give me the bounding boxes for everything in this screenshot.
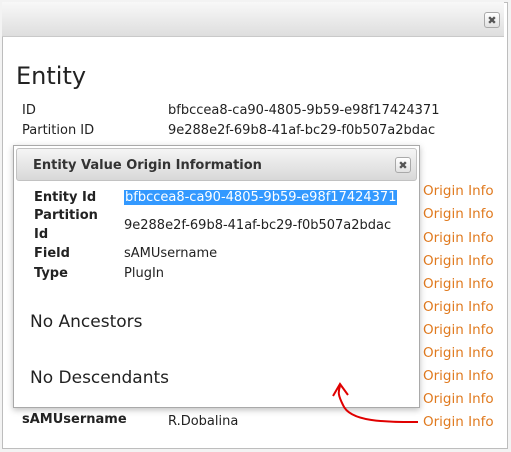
modal-partition-id-value: 9e288e2f-69b8-41af-bc29-f0b507a2bdac — [124, 218, 392, 233]
field-label: Field — [34, 246, 70, 261]
partition-label-line2: Id — [34, 227, 49, 242]
type-label: Type — [34, 266, 68, 281]
origin-info-link-9[interactable]: Origin Info — [423, 368, 494, 384]
entity-heading: Entity — [16, 62, 87, 90]
origin-info-link-5[interactable]: Origin Info — [423, 276, 494, 292]
no-ancestors-text: No Ancestors — [30, 312, 143, 332]
origin-info-link-samusername[interactable]: Origin Info — [423, 414, 494, 430]
partition-label-line1: Partition — [34, 208, 98, 223]
origin-info-link-1[interactable]: Origin Info — [423, 183, 494, 199]
entity-id-selected-text[interactable]: bfbccea8-ca90-4805-9b59-e98f17424371 — [124, 190, 398, 205]
no-descendants-text: No Descendants — [30, 368, 170, 388]
origin-info-link-6[interactable]: Origin Info — [423, 299, 494, 315]
partition-id-value: 9e288e2f-69b8-41af-bc29-f0b507a2bdac — [168, 123, 436, 138]
samusername-value: R.Dobalina — [168, 414, 239, 429]
id-label: ID — [22, 103, 36, 118]
modal-title: Entity Value Origin Information — [33, 158, 262, 173]
origin-info-link-2[interactable]: Origin Info — [423, 206, 494, 222]
origin-info-link-3[interactable]: Origin Info — [423, 230, 494, 246]
id-value: bfbccea8-ca90-4805-9b59-e98f17424371 — [168, 103, 440, 118]
origin-info-modal: Entity Value Origin Information ✖ Entity… — [13, 145, 420, 408]
modal-titlebar: Entity Value Origin Information ✖ — [16, 148, 417, 181]
origin-info-link-4[interactable]: Origin Info — [423, 253, 494, 269]
modal-close-button[interactable]: ✖ — [395, 157, 411, 173]
close-icon: ✖ — [398, 159, 408, 172]
entity-id-label: Entity Id — [34, 190, 97, 205]
entity-id-value[interactable]: bfbccea8-ca90-4805-9b59-e98f17424371 — [124, 190, 398, 205]
field-value: sAMUsername — [124, 246, 218, 261]
origin-info-link-8[interactable]: Origin Info — [423, 345, 494, 361]
entity-dialog-close-button[interactable]: ✖ — [484, 12, 500, 28]
type-value: PlugIn — [124, 266, 165, 281]
partition-id-label: Partition ID — [22, 123, 95, 138]
close-icon: ✖ — [487, 14, 497, 27]
origin-info-link-7[interactable]: Origin Info — [423, 322, 494, 338]
origin-info-link-10[interactable]: Origin Info — [423, 391, 494, 407]
entity-dialog-titlebar — [2, 2, 504, 37]
samusername-label: sAMUsername — [22, 412, 127, 427]
